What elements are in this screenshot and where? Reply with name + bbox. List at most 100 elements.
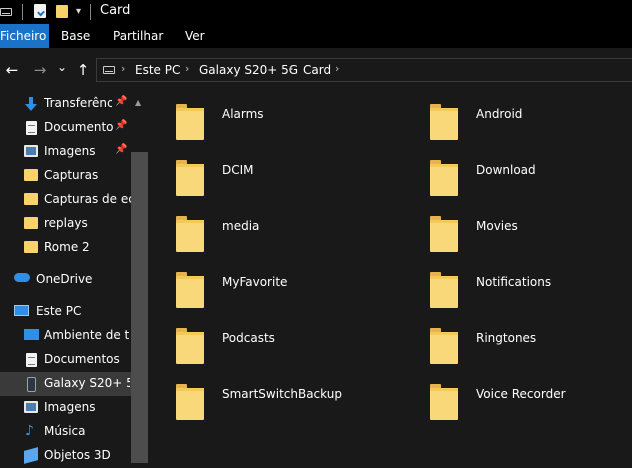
folder-item[interactable]: Alarms [148, 92, 388, 140]
sidebar-item-label: Objetos 3D [44, 448, 111, 462]
back-arrow-icon[interactable]: ← [4, 61, 20, 79]
folder-name: Voice Recorder [476, 387, 566, 401]
breadcrumb-separator[interactable]: › [121, 62, 125, 75]
title-bar: ▾ Card [0, 0, 632, 24]
folder-item[interactable]: Notifications [402, 260, 632, 308]
tab-share[interactable]: Partilhar [113, 24, 163, 48]
navigation-pane: Transferência 📌 Documentos 📌 Imagens 📌 C… [0, 92, 131, 464]
breadcrumb-separator[interactable]: › [185, 62, 189, 75]
folder-icon [24, 217, 38, 229]
sidebar-item-label: Imagens [44, 400, 96, 414]
window-title: Card [100, 3, 131, 18]
sidebar-item-label: Este PC [36, 304, 82, 318]
folder-item[interactable]: Ringtones [402, 316, 632, 364]
sidebar-item-imagens[interactable]: Imagens 📌 [0, 140, 131, 164]
pin-icon[interactable]: 📌 [115, 144, 127, 155]
sidebar-item-transferencia[interactable]: Transferência 📌 [0, 92, 131, 116]
folder-item[interactable]: Movies [402, 204, 632, 252]
folder-item[interactable]: Voice Recorder [402, 372, 632, 420]
breadcrumb-card[interactable]: Card [303, 63, 331, 77]
folder-icon [176, 216, 204, 252]
address-bar[interactable]: › Este PC › Galaxy S20+ 5G › Card › [96, 58, 632, 82]
folder-name: Podcasts [222, 331, 275, 345]
forward-arrow-icon[interactable]: → [32, 61, 48, 79]
folder-name: Notifications [476, 275, 552, 289]
folder-name: Download [476, 163, 536, 177]
folder-name: MyFavorite [222, 275, 288, 289]
sidebar-item-label: Capturas de ecrã [44, 192, 131, 206]
sidebar-item-label: Transferência [44, 96, 112, 110]
up-arrow-icon[interactable]: ↑ [76, 61, 90, 79]
ribbon: Ficheiro Base Partilhar Ver [0, 24, 632, 48]
folder-item[interactable]: MyFavorite [148, 260, 388, 308]
tab-view[interactable]: Ver [185, 24, 205, 48]
document-icon [26, 353, 37, 367]
folder-icon [430, 328, 458, 364]
sidebar-item-musica[interactable]: ♪ Música [0, 420, 131, 444]
desktop-icon [24, 329, 39, 340]
folder-icon [430, 272, 458, 308]
breadcrumb-separator[interactable]: › [289, 62, 293, 75]
pictures-icon [24, 145, 38, 157]
folder-item[interactable]: Podcasts [148, 316, 388, 364]
folder-item[interactable]: media [148, 204, 388, 252]
sidebar-item-documentos[interactable]: Documentos 📌 [0, 116, 131, 140]
sidebar-item-label: Galaxy S20+ 5G [44, 376, 130, 390]
document-icon [26, 121, 37, 135]
phone-icon [27, 377, 36, 392]
pin-icon[interactable]: 📌 [115, 120, 127, 131]
folder-item[interactable]: Download [402, 148, 632, 196]
sidebar-item-objetos-3d[interactable]: Objetos 3D [0, 444, 131, 468]
sidebar-item-documentos-pc[interactable]: Documentos [0, 348, 131, 372]
sidebar-item-ambiente-de-trabalho[interactable]: Ambiente de trabalho [0, 324, 131, 348]
pin-icon[interactable]: 📌 [115, 96, 127, 107]
tab-file[interactable]: Ficheiro [0, 24, 49, 48]
sidebar-item-label: Imagens [44, 144, 96, 158]
folder-item[interactable]: DCIM [148, 148, 388, 196]
drive-icon [0, 8, 12, 16]
music-icon: ♪ [25, 423, 34, 439]
sidebar-item-label: OneDrive [36, 272, 93, 286]
breadcrumb-separator[interactable]: › [335, 62, 339, 75]
tab-home[interactable]: Base [61, 24, 90, 48]
sidebar-item-replays[interactable]: replays [0, 212, 131, 236]
sidebar-item-label: replays [44, 216, 88, 230]
folder-name: Movies [476, 219, 518, 233]
folder-icon [176, 160, 204, 196]
divider [90, 4, 91, 20]
sidebar-item-capturas-de-ecra[interactable]: Capturas de ecrã [0, 188, 131, 212]
file-list: Alarms Android DCIM Download media Movie… [148, 92, 632, 463]
drive-icon [103, 66, 115, 74]
properties-icon[interactable] [34, 4, 46, 18]
folder-icon [430, 104, 458, 140]
new-folder-icon[interactable] [56, 5, 68, 18]
folder-item[interactable]: SmartSwitchBackup [148, 372, 388, 420]
sidebar-item-capturas[interactable]: Capturas [0, 164, 131, 188]
scroll-up-icon[interactable]: ▲ [135, 98, 141, 107]
folder-icon [176, 104, 204, 140]
folder-name: DCIM [222, 163, 254, 177]
sidebar-item-rome-2[interactable]: Rome 2 [0, 236, 131, 260]
sidebar-item-galaxy-s20[interactable]: Galaxy S20+ 5G [0, 372, 131, 396]
folder-icon [24, 241, 38, 253]
sidebar-item-label: Rome 2 [44, 240, 90, 254]
sidebar-item-label: Capturas [44, 168, 99, 182]
breadcrumb-este-pc[interactable]: Este PC [135, 63, 180, 77]
folder-item[interactable]: Android [402, 92, 632, 140]
sidebar-item-label: Ambiente de trabalho [44, 328, 129, 342]
scrollbar-thumb[interactable] [131, 152, 148, 463]
sidebar-item-onedrive[interactable]: OneDrive [0, 268, 131, 292]
divider [22, 4, 23, 20]
recent-locations-icon[interactable]: ⌄ [56, 58, 68, 76]
folder-name: media [222, 219, 260, 233]
folder-icon [430, 160, 458, 196]
sidebar-scrollbar[interactable]: ▲ [131, 92, 148, 463]
customize-quick-access-icon[interactable]: ▾ [76, 6, 81, 17]
folder-icon [176, 328, 204, 364]
folder-name: Android [476, 107, 523, 121]
cloud-icon [14, 273, 30, 282]
folder-icon [24, 193, 38, 205]
sidebar-item-este-pc[interactable]: Este PC [0, 300, 131, 324]
sidebar-item-imagens-pc[interactable]: Imagens [0, 396, 131, 420]
breadcrumb-galaxy[interactable]: Galaxy S20+ 5G [199, 63, 298, 77]
